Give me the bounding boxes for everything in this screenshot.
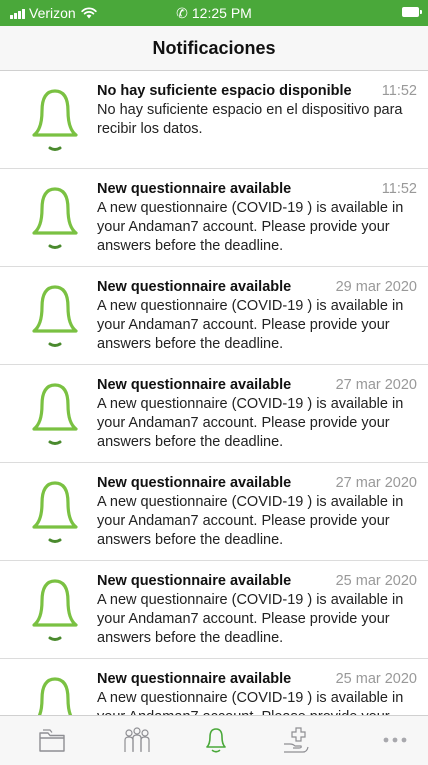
tab-medical[interactable]: [281, 726, 311, 754]
bell-icon: [26, 85, 84, 155]
status-time: ✆ 12:25 PM: [0, 5, 428, 22]
notification-body: A new questionnaire (COVID-19 ) is avail…: [97, 298, 404, 352]
tab-bar: [0, 715, 428, 765]
folder-icon: [39, 729, 65, 752]
notification-title: New questionnaire available: [97, 475, 292, 491]
notification-title: New questionnaire available: [97, 671, 292, 687]
bell-icon: [26, 281, 84, 351]
notification-time: 27 mar 2020: [335, 377, 417, 393]
bell-icon: [206, 728, 226, 753]
time-label: 12:25 PM: [191, 5, 252, 21]
battery-icon: [402, 7, 422, 17]
bell-icon: [26, 477, 84, 547]
more-icon: [383, 737, 407, 743]
notification-time: 27 mar 2020: [335, 475, 417, 491]
notification-item[interactable]: New questionnaire available 25 mar 2020 A …: [0, 561, 428, 659]
bell-icon: [26, 673, 84, 715]
medical-hand-icon: [284, 727, 309, 753]
notification-title: New questionnaire available: [97, 181, 292, 197]
bell-icon: [26, 379, 84, 449]
people-icon: [124, 727, 150, 752]
page-title: Notificaciones: [152, 37, 276, 58]
tab-notifications[interactable]: [201, 726, 231, 754]
notification-item[interactable]: New questionnaire available 27 mar 2020 A …: [0, 463, 428, 561]
notification-title: New questionnaire available: [97, 279, 292, 295]
notification-time: 29 mar 2020: [335, 279, 417, 295]
bell-icon: [26, 183, 84, 253]
tab-folder[interactable]: [37, 726, 67, 754]
notification-time: 11:52: [381, 181, 417, 197]
notification-item[interactable]: New questionnaire available 11:52 A new qu…: [0, 169, 428, 267]
status-bar: Verizon ✆ 12:25 PM: [0, 0, 428, 26]
notification-title: New questionnaire available: [97, 377, 292, 393]
notification-list[interactable]: No hay suficiente espacio disponible 11:5…: [0, 71, 428, 715]
notification-time: 25 mar 2020: [335, 671, 417, 687]
notification-time: 25 mar 2020: [335, 573, 417, 589]
notification-body: A new questionnaire (COVID-19 ) is avail…: [97, 690, 404, 715]
notification-body: No hay suficiente espacio en el disposit…: [97, 102, 403, 137]
notification-item[interactable]: New questionnaire available 25 mar 2020 A …: [0, 659, 428, 715]
notification-body: A new questionnaire (COVID-19 ) is avail…: [97, 592, 404, 646]
notification-title: New questionnaire available: [97, 573, 292, 589]
notification-time: 11:52: [381, 83, 417, 99]
notification-item[interactable]: New questionnaire available 29 mar 2020 A …: [0, 267, 428, 365]
phone-icon: ✆: [176, 5, 188, 21]
notification-body: A new questionnaire (COVID-19 ) is avail…: [97, 494, 404, 548]
notification-title: No hay suficiente espacio disponible: [97, 83, 352, 99]
tab-more[interactable]: [380, 726, 410, 754]
notification-body: A new questionnaire (COVID-19 ) is avail…: [97, 200, 404, 254]
nav-bar: Notificaciones: [0, 26, 428, 71]
bell-icon: [26, 575, 84, 645]
notification-item[interactable]: New questionnaire available 27 mar 2020 A …: [0, 365, 428, 463]
notification-body: A new questionnaire (COVID-19 ) is avail…: [97, 396, 404, 450]
notification-item[interactable]: No hay suficiente espacio disponible 11:5…: [0, 71, 428, 169]
tab-people[interactable]: [122, 726, 152, 754]
